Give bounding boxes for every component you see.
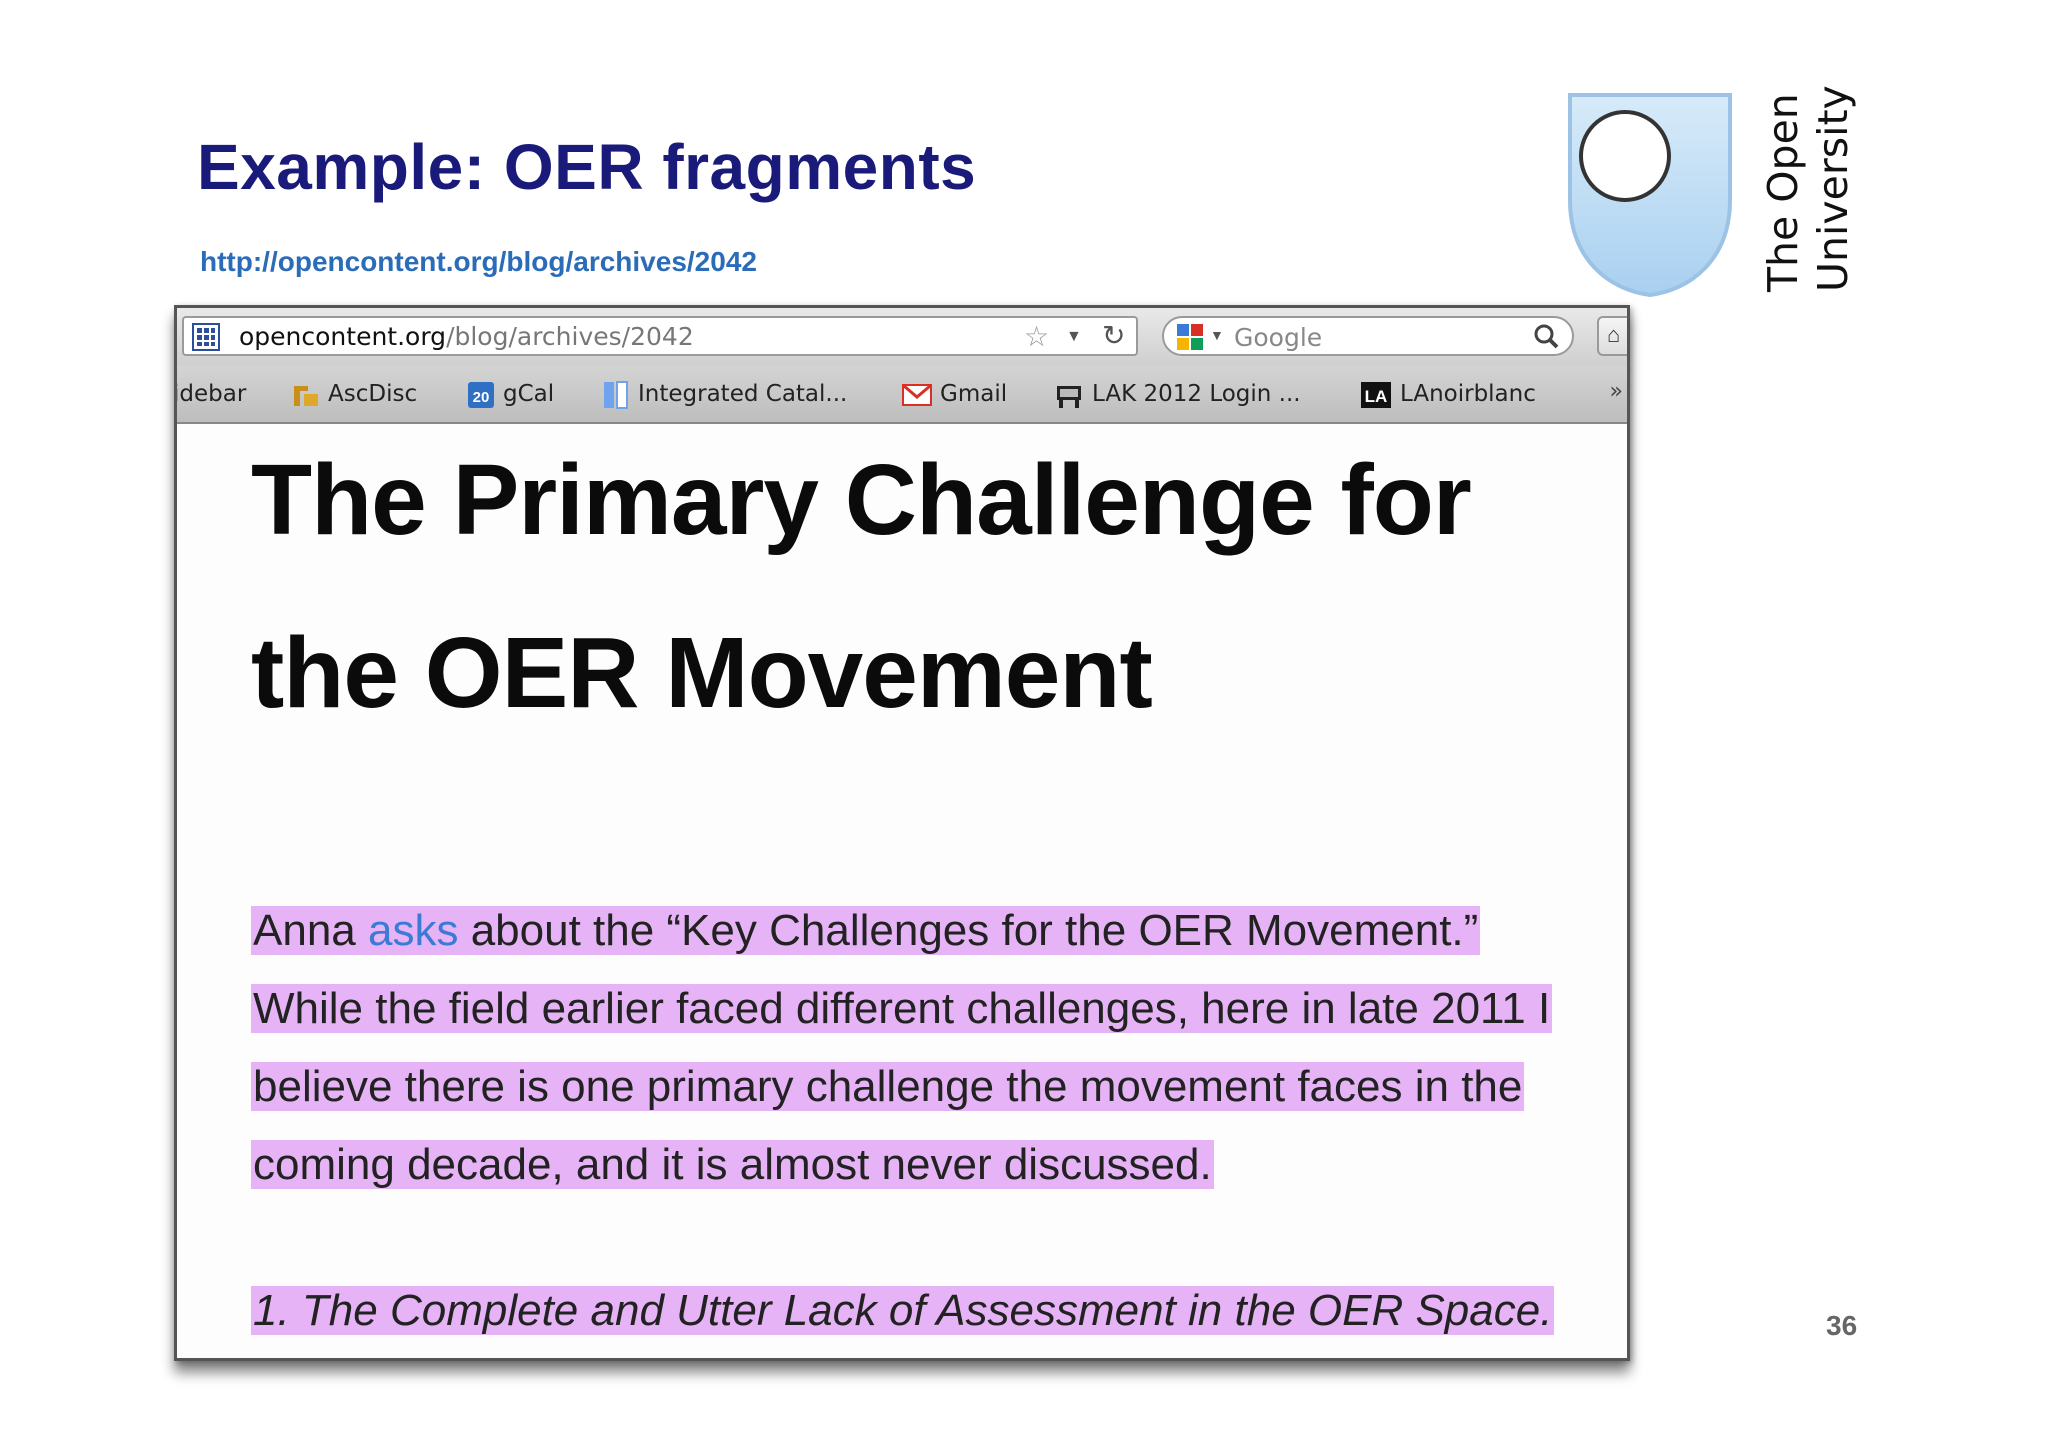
article-title-line-2: the OER Movement <box>251 617 1153 729</box>
bookmark-integrated-catalog[interactable]: Integrated Catal... <box>602 379 847 409</box>
page-content: The Primary Challenge for the OER Moveme… <box>177 424 1627 1358</box>
line4-text: coming decade, and it is almost never di… <box>251 1140 1214 1189</box>
browser-window: opencontent.org/blog/archives/2042 ☆ ▼ ↻… <box>174 305 1630 1361</box>
la-badge: LA <box>1365 387 1388 406</box>
line3-text: believe there is one primary challenge t… <box>251 1062 1525 1111</box>
item1-text: 1. The Complete and Utter Lack of Assess… <box>251 1286 1555 1335</box>
article-title-line-1: The Primary Challenge for <box>251 444 1472 556</box>
site-favicon-icon <box>192 323 220 351</box>
bookmark-lanoirblanc[interactable]: LA LAnoirblanc <box>1360 379 1536 409</box>
line1-prefix: Anna <box>253 906 368 955</box>
bookmark-label: idebar <box>174 381 247 407</box>
bookmark-gcal[interactable]: 20 gCal <box>467 379 554 409</box>
bookmark-sidebar[interactable]: idebar <box>174 379 247 409</box>
slide-source-url[interactable]: http://opencontent.org/blog/archives/204… <box>200 246 757 278</box>
bookmark-label: Integrated Catal... <box>638 381 848 407</box>
paragraph-line-3: believe there is one primary challenge t… <box>251 1048 1621 1126</box>
paragraph-line-4: coming decade, and it is almost never di… <box>251 1126 1621 1204</box>
paragraph-line-1: Anna asks about the “Key Challenges for … <box>251 892 1621 970</box>
bookmark-ascdisc[interactable]: AscDisc <box>292 379 417 409</box>
home-button[interactable]: ⌂ <box>1597 316 1627 356</box>
bookmark-gmail[interactable]: Gmail <box>902 379 1007 409</box>
browser-toolbar: opencontent.org/blog/archives/2042 ☆ ▼ ↻… <box>177 308 1627 366</box>
la-icon: LA <box>1361 381 1391 408</box>
search-icon[interactable] <box>1532 322 1560 350</box>
open-university-logo-text: The Open University <box>1758 85 1858 292</box>
fm-icon <box>294 385 318 406</box>
address-domain: opencontent.org <box>239 322 447 351</box>
logo-line-1: The Open <box>1759 93 1807 292</box>
home-icon: ⌂ <box>1607 322 1621 347</box>
address-bar[interactable]: opencontent.org/blog/archives/2042 ☆ ▼ ↻ <box>182 316 1138 356</box>
calendar-icon: 20 <box>468 381 494 408</box>
article-paragraph: Anna asks about the “Key Challenges for … <box>251 892 1621 1204</box>
gmail-icon <box>902 383 932 406</box>
logo-line-2: University <box>1809 85 1857 292</box>
bookmark-label: Gmail <box>940 381 1008 407</box>
line2-text: While the field earlier faced different … <box>251 984 1553 1033</box>
search-engine-dropdown-icon[interactable]: ▼ <box>1210 327 1224 343</box>
slide-page-number: 36 <box>1826 1310 1858 1341</box>
bookmark-label: gCal <box>503 381 555 407</box>
paragraph-line-2: While the field earlier faced different … <box>251 970 1621 1048</box>
bookmark-label: LAK 2012 Login ... <box>1092 381 1301 407</box>
bookmarks-overflow-chevron-icon[interactable]: » <box>1610 379 1623 404</box>
bookmark-lak-2012-login[interactable]: LAK 2012 Login ... <box>1054 379 1301 409</box>
google-search-engine-icon[interactable] <box>1176 323 1204 351</box>
article-title: The Primary Challenge for the OER Moveme… <box>251 414 1591 760</box>
catalog-icon <box>604 380 628 409</box>
search-box[interactable]: ▼ Google <box>1162 316 1574 356</box>
address-path: /blog/archives/2042 <box>446 322 694 351</box>
calendar-badge: 20 <box>473 389 490 406</box>
lak-icon <box>1057 385 1081 408</box>
bookmark-label: LAnoirblanc <box>1400 381 1536 407</box>
bookmark-star-icon[interactable]: ☆ <box>1024 322 1049 352</box>
address-text: opencontent.org/blog/archives/2042 <box>239 322 694 351</box>
search-placeholder: Google <box>1234 323 1323 352</box>
numbered-item-1: 1. The Complete and Utter Lack of Assess… <box>251 1272 1555 1350</box>
bookmark-label: AscDisc <box>328 381 418 407</box>
slide-title: Example: OER fragments <box>197 131 977 203</box>
reload-icon[interactable]: ↻ <box>1102 320 1125 352</box>
asks-link[interactable]: asks <box>368 906 458 955</box>
history-dropdown-icon[interactable]: ▼ <box>1066 328 1082 346</box>
line1-suffix: about the “Key Challenges for the OER Mo… <box>458 906 1479 955</box>
